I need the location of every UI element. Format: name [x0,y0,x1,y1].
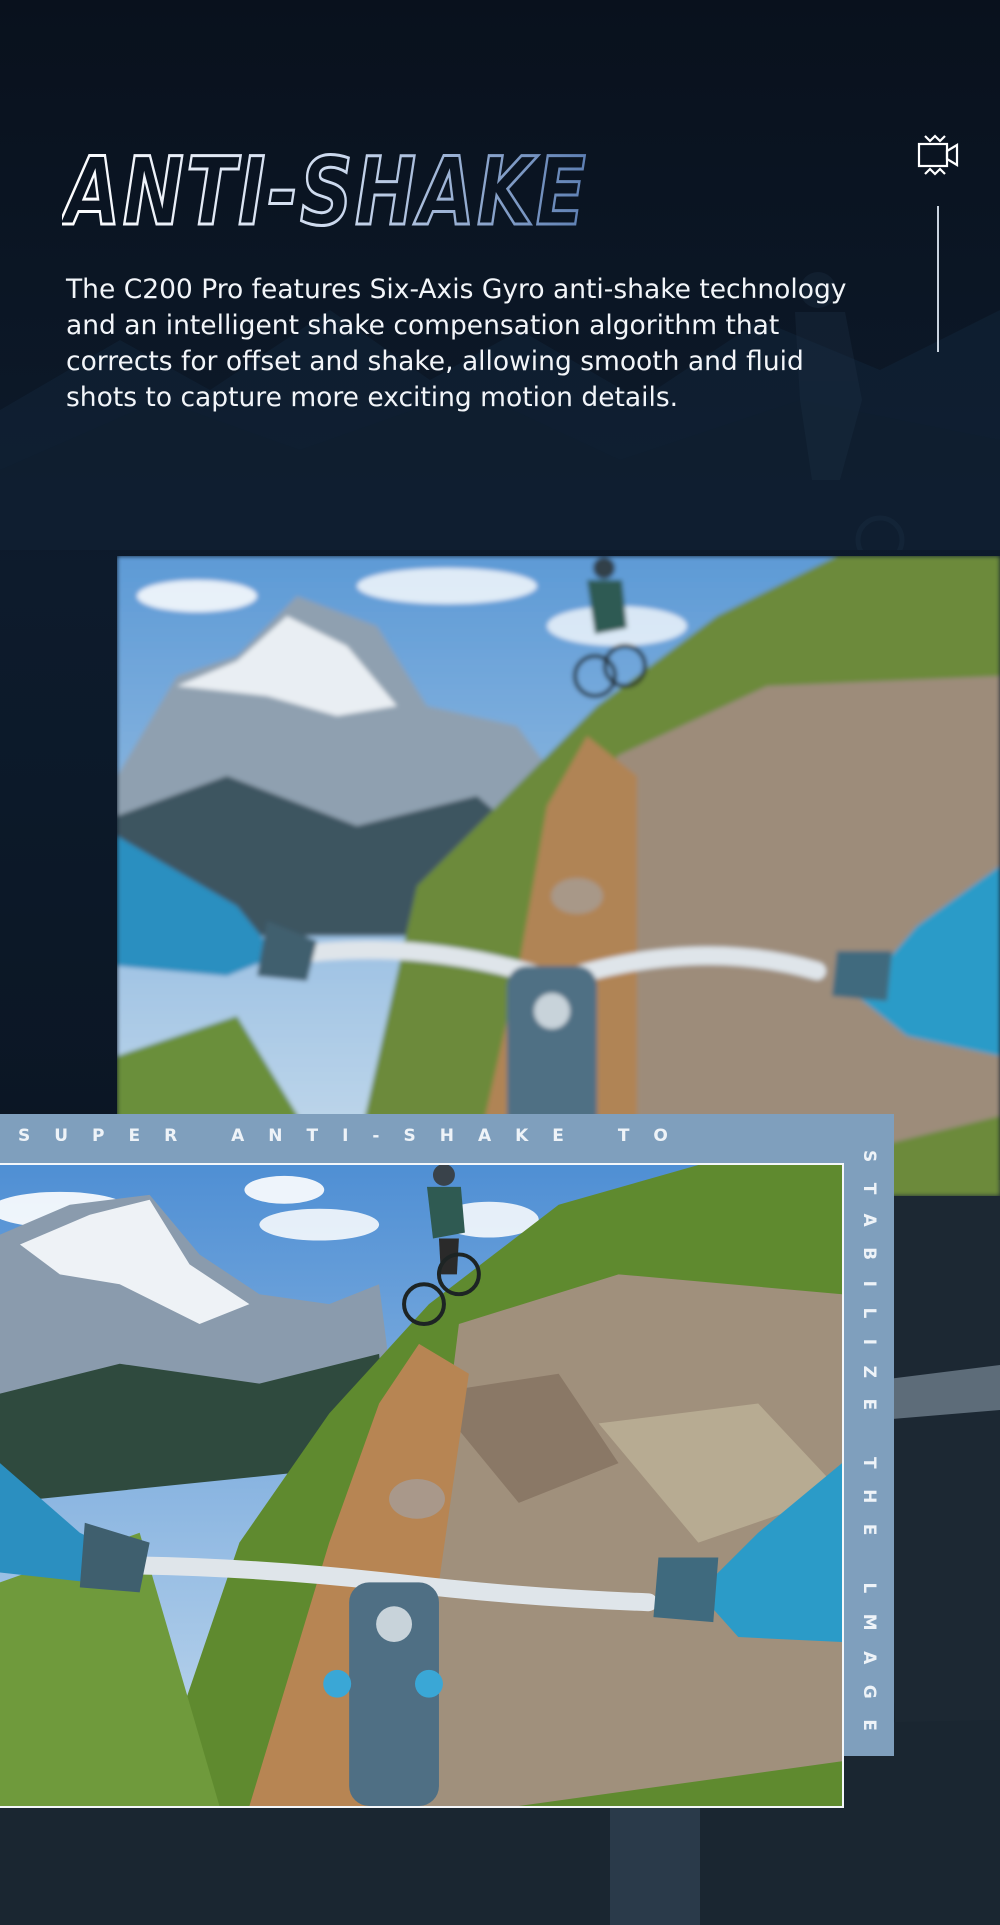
banner-headline-vertical: STABILIZE THE LMAGE [859,1150,879,1730]
unstabilized-photo [117,556,1000,1196]
banner-headline-horizontal: SUPER ANTI-SHAKE TO [18,1126,692,1146]
title-text: ANTI-SHAKE [62,140,588,240]
feature-description: The C200 Pro features Six-Axis Gyro anti… [66,274,847,413]
stabilized-photo [0,1163,844,1808]
product-feature-page: ANTI-SHAKE The C200 Pro features Six-Axi… [0,0,1000,1925]
video-camera-icon [915,132,961,178]
vertical-divider [937,206,939,352]
page-title: ANTI-SHAKE [57,137,622,249]
